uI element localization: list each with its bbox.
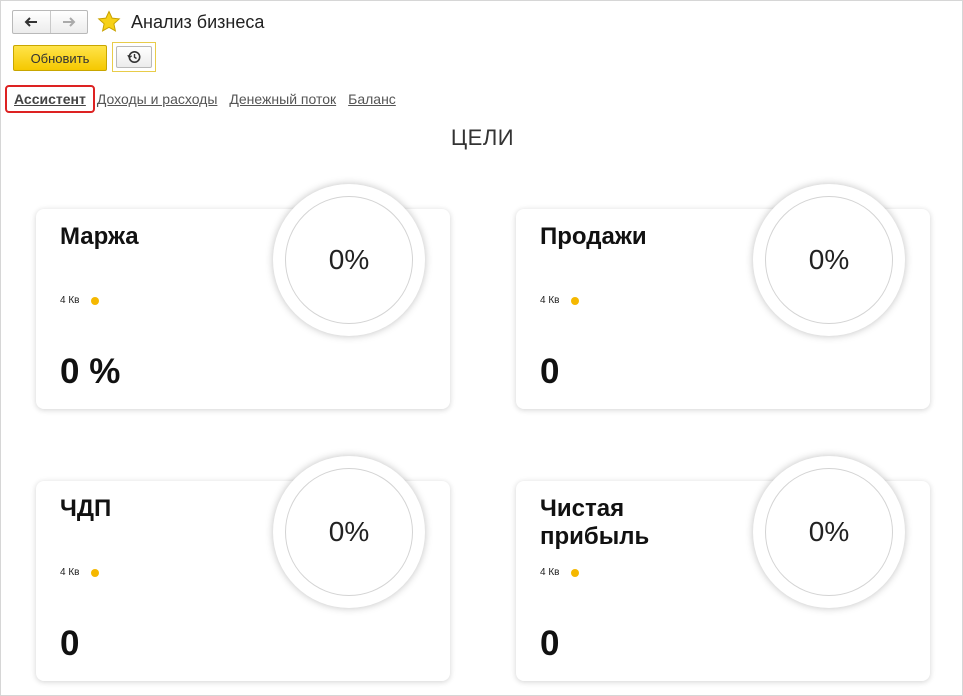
status-dot-icon bbox=[571, 568, 580, 577]
progress-ring: 0% bbox=[273, 184, 425, 336]
history-button-focus bbox=[112, 42, 156, 72]
history-button[interactable] bbox=[116, 46, 152, 68]
favorite-star-icon[interactable] bbox=[97, 10, 121, 34]
progress-ring: 0% bbox=[753, 184, 905, 336]
card-value: 0 bbox=[540, 624, 560, 663]
back-button[interactable] bbox=[13, 11, 50, 33]
status-dot-icon bbox=[91, 568, 100, 577]
card-value: 0 % bbox=[60, 352, 121, 391]
progress-percent: 0% bbox=[765, 468, 893, 596]
arrow-left-icon bbox=[24, 17, 38, 27]
card-title: Маржа bbox=[60, 223, 139, 250]
card-period: 4 Кв bbox=[540, 567, 580, 578]
tab-cash-flow[interactable]: Денежный поток bbox=[229, 91, 336, 107]
app-window: Анализ бизнеса Обновить Ассистент Доходы… bbox=[0, 0, 963, 696]
card-title: Продажи bbox=[540, 223, 647, 250]
progress-percent: 0% bbox=[285, 468, 413, 596]
section-title: ЦЕЛИ bbox=[450, 125, 515, 150]
card-period: 4 Кв bbox=[60, 295, 100, 306]
tab-bar: Ассистент Доходы и расходы Денежный пото… bbox=[5, 84, 408, 114]
progress-ring: 0% bbox=[273, 456, 425, 608]
status-dot-icon bbox=[91, 296, 100, 305]
tab-assistant[interactable]: Ассистент bbox=[5, 85, 95, 113]
arrow-right-icon bbox=[62, 17, 76, 27]
forward-button[interactable] bbox=[49, 11, 88, 33]
card-period: 4 Кв bbox=[60, 567, 100, 578]
refresh-button[interactable]: Обновить bbox=[13, 45, 107, 71]
progress-percent: 0% bbox=[765, 196, 893, 324]
period-label: 4 Кв bbox=[540, 567, 560, 578]
period-label: 4 Кв bbox=[60, 567, 80, 578]
period-label: 4 Кв bbox=[540, 295, 560, 306]
period-label: 4 Кв bbox=[60, 295, 80, 306]
card-period: 4 Кв bbox=[540, 295, 580, 306]
history-clock-icon bbox=[127, 51, 141, 63]
card-value: 0 bbox=[60, 624, 80, 663]
progress-ring: 0% bbox=[753, 456, 905, 608]
tab-income-expenses[interactable]: Доходы и расходы bbox=[97, 91, 218, 107]
card-title: Чистая прибыль bbox=[540, 495, 650, 550]
tab-balance[interactable]: Баланс bbox=[348, 91, 396, 107]
page-title: Анализ бизнеса bbox=[131, 12, 265, 32]
progress-percent: 0% bbox=[285, 196, 413, 324]
status-dot-icon bbox=[571, 296, 580, 305]
card-value: 0 bbox=[540, 352, 560, 391]
card-title: ЧДП bbox=[60, 495, 112, 522]
navigation-buttons bbox=[12, 10, 88, 34]
